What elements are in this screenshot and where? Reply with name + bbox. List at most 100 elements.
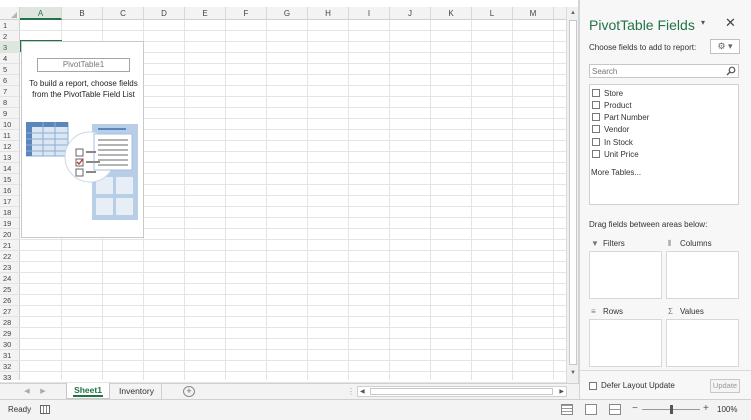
tab-inventory[interactable]: Inventory	[112, 384, 162, 399]
filter-icon: ▼	[591, 239, 599, 248]
column-header-l[interactable]: L	[472, 7, 513, 20]
zoom-slider-thumb[interactable]	[670, 405, 673, 414]
row-header-21[interactable]: 21	[0, 240, 20, 251]
row-header-20[interactable]: 20	[0, 229, 20, 240]
row-header-11[interactable]: 11	[0, 130, 20, 141]
close-icon[interactable]: ✕	[725, 15, 736, 31]
column-header-b[interactable]: B	[62, 7, 103, 20]
macro-recording-icon[interactable]	[40, 405, 50, 414]
row-header-32[interactable]: 32	[0, 361, 20, 372]
row-header-2[interactable]: 2	[0, 31, 20, 42]
pivot-table-placeholder[interactable]: PivotTable1 To build a report, choose fi…	[21, 41, 144, 238]
row-header-16[interactable]: 16	[0, 185, 20, 196]
row-header-6[interactable]: 6	[0, 75, 20, 86]
row-header-18[interactable]: 18	[0, 207, 20, 218]
zoom-in-button[interactable]: +	[703, 403, 709, 414]
column-header-m[interactable]: M	[513, 7, 554, 20]
columns-drop-area[interactable]	[666, 251, 739, 299]
row-header-12[interactable]: 12	[0, 141, 20, 152]
row-header-10[interactable]: 10	[0, 119, 20, 130]
field-checkbox[interactable]	[592, 89, 600, 97]
column-header-e[interactable]: E	[185, 7, 226, 20]
tab-sheet1[interactable]: Sheet1	[66, 383, 110, 399]
add-sheet-button[interactable]: +	[183, 386, 195, 397]
field-label: In Stock	[604, 138, 633, 147]
field-checkbox[interactable]	[592, 125, 600, 133]
row-header-17[interactable]: 17	[0, 196, 20, 207]
page-layout-view-icon[interactable]	[585, 404, 597, 415]
column-header-h[interactable]: H	[308, 7, 349, 20]
row-gridline	[20, 305, 566, 306]
next-sheet-arrow-icon[interactable]: ▶	[38, 386, 48, 397]
row-header-5[interactable]: 5	[0, 64, 20, 75]
column-header-i[interactable]: I	[349, 7, 390, 20]
row-header-14[interactable]: 14	[0, 163, 20, 174]
pane-divider	[580, 370, 751, 371]
row-header-24[interactable]: 24	[0, 273, 20, 284]
field-search-box[interactable]	[589, 64, 739, 78]
zoom-level[interactable]: 100%	[717, 405, 737, 414]
row-header-1[interactable]: 1	[0, 20, 20, 31]
column-header-a[interactable]: A	[20, 7, 62, 20]
row-header-15[interactable]: 15	[0, 174, 20, 185]
row-header-4[interactable]: 4	[0, 53, 20, 64]
row-gridline	[20, 338, 566, 339]
horizontal-scroll-thumb[interactable]	[370, 388, 553, 395]
vertical-scrollbar[interactable]: ▲ ▼	[566, 7, 578, 383]
pivot-table-name: PivotTable1	[37, 58, 130, 72]
field-checkbox[interactable]	[592, 101, 600, 109]
select-all-button[interactable]	[0, 7, 20, 20]
gear-icon[interactable]: ⚙ ▾	[710, 39, 740, 54]
zoom-out-button[interactable]: −	[632, 403, 638, 414]
values-label: Values	[680, 307, 704, 316]
search-input[interactable]	[590, 65, 720, 77]
row-header-9[interactable]: 9	[0, 108, 20, 119]
pane-options-chevron-icon[interactable]: ▾	[701, 18, 705, 27]
row-header-3[interactable]: 3	[0, 42, 20, 53]
row-header-30[interactable]: 30	[0, 339, 20, 350]
filters-drop-area[interactable]	[589, 251, 662, 299]
row-header-33[interactable]: 33	[0, 372, 20, 383]
search-icon[interactable]	[726, 66, 736, 76]
scroll-up-arrow-icon[interactable]: ▲	[568, 8, 578, 18]
page-break-view-icon[interactable]	[609, 404, 621, 415]
row-header-23[interactable]: 23	[0, 262, 20, 273]
row-header-19[interactable]: 19	[0, 218, 20, 229]
row-header-27[interactable]: 27	[0, 306, 20, 317]
update-button[interactable]: Update	[710, 379, 740, 393]
column-header-c[interactable]: C	[103, 7, 144, 20]
defer-layout-label: Defer Layout Update	[601, 381, 675, 390]
row-header-22[interactable]: 22	[0, 251, 20, 262]
tab-split-handle[interactable]: ⋮	[347, 387, 355, 396]
row-header-8[interactable]: 8	[0, 97, 20, 108]
values-drop-area[interactable]	[666, 319, 739, 367]
field-checkbox[interactable]	[592, 138, 600, 146]
horizontal-scrollbar[interactable]: ◀ ▶	[357, 386, 567, 397]
row-header-29[interactable]: 29	[0, 328, 20, 339]
scroll-down-arrow-icon[interactable]: ▼	[568, 368, 578, 378]
scroll-left-arrow-icon[interactable]: ◀	[360, 387, 365, 397]
field-checkbox[interactable]	[592, 150, 600, 158]
defer-layout-checkbox[interactable]	[589, 382, 597, 390]
row-header-28[interactable]: 28	[0, 317, 20, 328]
row-header-7[interactable]: 7	[0, 86, 20, 97]
column-header-k[interactable]: K	[431, 7, 472, 20]
more-tables-link[interactable]: More Tables...	[591, 168, 641, 177]
column-header-g[interactable]: G	[267, 7, 308, 20]
column-header-d[interactable]: D	[144, 7, 185, 20]
column-header-j[interactable]: J	[390, 7, 431, 20]
field-checkbox[interactable]	[592, 113, 600, 121]
prev-sheet-arrow-icon[interactable]: ◀	[22, 386, 32, 397]
zoom-slider[interactable]	[642, 405, 700, 414]
row-header-13[interactable]: 13	[0, 152, 20, 163]
normal-view-icon[interactable]	[561, 404, 573, 415]
vertical-scroll-thumb[interactable]	[569, 20, 577, 365]
row-header-25[interactable]: 25	[0, 284, 20, 295]
row-header-26[interactable]: 26	[0, 295, 20, 306]
row-header-31[interactable]: 31	[0, 350, 20, 361]
column-header-f[interactable]: F	[226, 7, 267, 20]
scroll-right-arrow-icon[interactable]: ▶	[559, 387, 564, 397]
rows-label: Rows	[603, 307, 624, 316]
rows-drop-area[interactable]	[589, 319, 662, 367]
field-label: Store	[604, 89, 624, 98]
